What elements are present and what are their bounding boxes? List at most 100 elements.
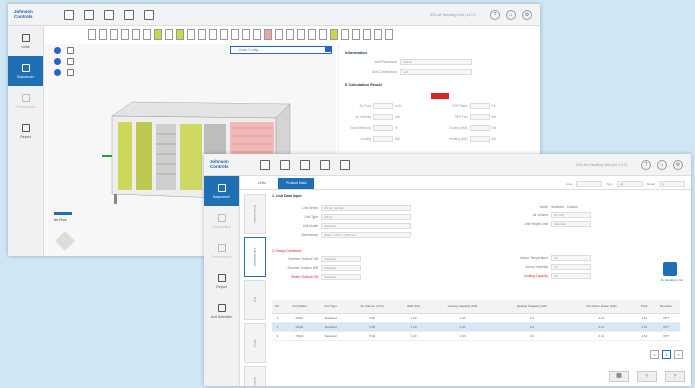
model-filter-select[interactable]: E bbox=[659, 181, 685, 187]
pan-icon[interactable] bbox=[54, 58, 61, 65]
column-header[interactable]: Heating Capacity (kW) bbox=[497, 300, 567, 314]
sidebar-item-unit-selection[interactable]: Unit Selection bbox=[204, 296, 239, 326]
unit-connections-select[interactable]: Left bbox=[400, 69, 472, 75]
component-tool[interactable] bbox=[132, 29, 140, 40]
export-icon[interactable] bbox=[124, 10, 134, 20]
condition-input[interactable]: Standard bbox=[321, 274, 361, 280]
column-header[interactable]: ESP (Pa) bbox=[399, 300, 428, 314]
tab-units[interactable]: Units bbox=[250, 178, 274, 189]
mode-radio-standard[interactable]: Standard bbox=[551, 205, 564, 209]
component-tool[interactable] bbox=[275, 29, 283, 40]
condition-input[interactable]: 13 bbox=[551, 255, 591, 261]
component-tool[interactable] bbox=[231, 29, 239, 40]
component-tool[interactable] bbox=[165, 29, 173, 40]
home-icon[interactable]: ⌂ bbox=[657, 160, 667, 170]
component-tool[interactable] bbox=[374, 29, 382, 40]
column-header[interactable]: Remarks bbox=[652, 300, 680, 314]
camera-icon[interactable] bbox=[67, 47, 74, 54]
sidebar-item-performance[interactable]: Performance bbox=[204, 236, 239, 266]
component-tool[interactable] bbox=[143, 29, 151, 40]
page-number-button[interactable]: 1 bbox=[662, 350, 671, 359]
component-tool[interactable] bbox=[253, 29, 261, 40]
mode-radio-custom[interactable]: Custom bbox=[567, 205, 578, 209]
move-icon[interactable] bbox=[67, 58, 74, 65]
area-filter-input[interactable] bbox=[576, 181, 603, 187]
dimensions-input[interactable]: 3000 × 1700 × 1570 mm bbox=[321, 232, 411, 238]
condition-input[interactable]: Standard bbox=[321, 256, 361, 262]
component-tool[interactable] bbox=[242, 29, 250, 40]
tab-product-data[interactable]: Product Data bbox=[277, 178, 315, 189]
vtab-coil[interactable]: Coil bbox=[244, 280, 266, 320]
prev-page-button[interactable]: < bbox=[650, 350, 659, 359]
print-icon[interactable] bbox=[340, 160, 350, 170]
new-file-icon[interactable] bbox=[64, 10, 74, 20]
condition-input[interactable]: 13 bbox=[551, 264, 591, 270]
component-tool[interactable] bbox=[286, 29, 294, 40]
column-header[interactable]: Air Volume (m³/h) bbox=[345, 300, 400, 314]
air-volume-input[interactable]: 20 m³/h bbox=[551, 212, 591, 218]
settings-icon[interactable]: ⚙ bbox=[673, 160, 683, 170]
print-icon[interactable] bbox=[144, 10, 154, 20]
sidebar-item-report[interactable]: Report bbox=[8, 116, 43, 146]
component-tool[interactable] bbox=[385, 29, 393, 40]
component-tool[interactable] bbox=[363, 29, 371, 40]
calculate-button[interactable] bbox=[431, 93, 449, 99]
component-tool[interactable] bbox=[176, 29, 184, 40]
forward-arrow-icon[interactable]: › bbox=[665, 371, 685, 382]
table-row[interactable]: 1 DS01 Standard 5.60 1.20 2.30 1.8 2.10 1.54 OPT bbox=[272, 313, 680, 323]
component-tool[interactable] bbox=[319, 29, 327, 40]
settings-icon[interactable]: ⚙ bbox=[522, 10, 532, 20]
column-header[interactable]: No. bbox=[272, 300, 283, 314]
component-tool[interactable] bbox=[88, 29, 96, 40]
component-tool[interactable] bbox=[297, 29, 305, 40]
open-folder-icon[interactable] bbox=[280, 160, 290, 170]
component-tool[interactable] bbox=[198, 29, 206, 40]
save-icon[interactable] bbox=[300, 160, 310, 170]
chevron-down-icon[interactable] bbox=[325, 46, 332, 52]
column-header[interactable]: Price bbox=[636, 300, 653, 314]
condition-input[interactable]: Standard bbox=[321, 265, 361, 271]
sidebar-item-sequencer[interactable]: Sequencer bbox=[204, 176, 239, 206]
unit-placement-select[interactable]: Indoor bbox=[400, 59, 472, 65]
component-tool[interactable] bbox=[341, 29, 349, 40]
table-row-selected[interactable]: 2 DS02 Standard 5.60 1.20 2.30 1.8 2.10 1.54 OPT bbox=[272, 322, 680, 332]
new-file-icon[interactable] bbox=[260, 160, 270, 170]
unit-model-select[interactable]: Standard bbox=[321, 223, 411, 229]
component-tool[interactable] bbox=[110, 29, 118, 40]
open-folder-icon[interactable] bbox=[84, 10, 94, 20]
zoom-icon[interactable] bbox=[54, 69, 61, 76]
vtab-general-data[interactable]: General Data bbox=[244, 194, 266, 234]
sidebar-item-report[interactable]: Report bbox=[204, 266, 239, 296]
unit-type-select[interactable]: Indoor bbox=[321, 214, 411, 220]
sidebar-item-units[interactable]: Units bbox=[8, 26, 43, 56]
quick-config-select[interactable]: -- Quick Config -- bbox=[230, 46, 332, 54]
vtab-fan-selection[interactable]: Fan Selection bbox=[244, 237, 266, 277]
help-icon[interactable]: ? bbox=[490, 10, 500, 20]
sidebar-item-sequencer[interactable]: Sequencer bbox=[8, 56, 43, 86]
save-icon[interactable] bbox=[104, 10, 114, 20]
home-icon[interactable]: ⌂ bbox=[506, 10, 516, 20]
component-tool[interactable] bbox=[187, 29, 195, 40]
sidebar-item-parameters[interactable]: Parameters bbox=[204, 206, 239, 236]
table-row[interactable]: 3 DS03 Standard 5.60 1.20 2.30 1.8 2.10 1.54 OPT bbox=[272, 331, 680, 341]
next-page-button[interactable]: > bbox=[674, 350, 683, 359]
column-header[interactable]: Unit Type bbox=[315, 300, 346, 314]
rotate-icon[interactable] bbox=[54, 47, 61, 54]
component-tool[interactable] bbox=[220, 29, 228, 40]
fit-icon[interactable] bbox=[67, 69, 74, 76]
condition-input[interactable]: 13 bbox=[551, 273, 591, 279]
vtab-performance[interactable]: Performance bbox=[244, 366, 266, 386]
column-header[interactable]: Fan Motor Power (kW) bbox=[566, 300, 637, 314]
back-arrow-icon[interactable]: ‹ bbox=[637, 371, 657, 382]
component-tool[interactable] bbox=[154, 29, 162, 40]
component-tool[interactable] bbox=[209, 29, 217, 40]
component-tool[interactable] bbox=[121, 29, 129, 40]
component-tool[interactable] bbox=[308, 29, 316, 40]
column-header[interactable]: Unit Model bbox=[282, 300, 316, 314]
help-icon[interactable]: ? bbox=[641, 160, 651, 170]
column-header[interactable]: Cooling Capacity (kW) bbox=[428, 300, 498, 314]
component-tool[interactable] bbox=[264, 29, 272, 40]
grid-view-icon[interactable]: ▦ bbox=[609, 371, 629, 382]
component-tool[interactable] bbox=[99, 29, 107, 40]
sidebar-item-performance[interactable]: Performance bbox=[8, 86, 43, 116]
